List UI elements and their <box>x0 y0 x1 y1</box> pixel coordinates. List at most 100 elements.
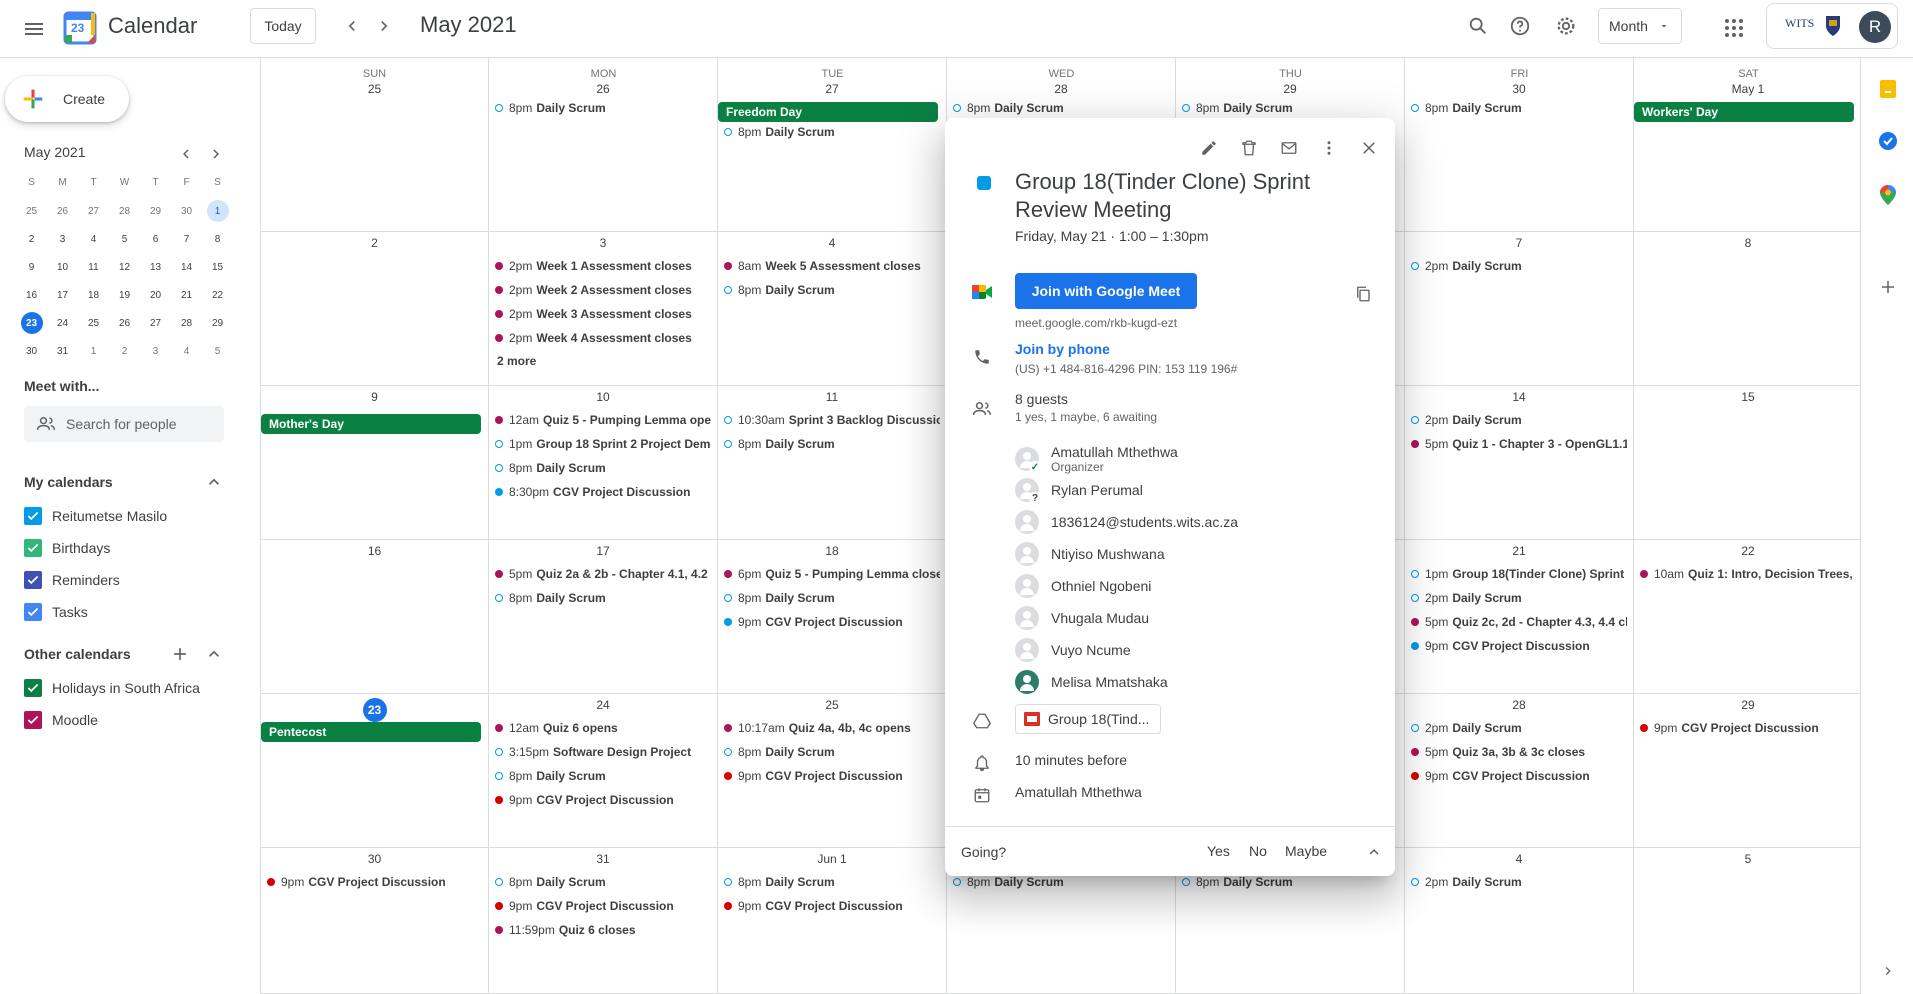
day-number[interactable]: 30 <box>1405 82 1633 96</box>
mini-day[interactable]: 26 <box>47 197 78 225</box>
view-switcher[interactable]: Month <box>1598 8 1682 44</box>
create-button[interactable]: Create <box>5 76 129 122</box>
day-cell[interactable]: 8 <box>1634 232 1863 386</box>
checkbox-checked-icon[interactable] <box>24 539 42 557</box>
day-number[interactable]: 7 <box>1405 236 1633 250</box>
day-number[interactable]: 5 <box>1634 852 1862 866</box>
mini-day[interactable]: 28 <box>109 197 140 225</box>
checkbox-checked-icon[interactable] <box>24 711 42 729</box>
copy-link-button[interactable] <box>1349 280 1377 308</box>
calendar-item[interactable]: Moodle <box>24 708 98 732</box>
day-cell[interactable]: 14 2pm Daily Scrum 5pm Quiz 1 - Chapter 3 - … <box>1405 386 1634 540</box>
main-menu-button[interactable] <box>14 9 54 49</box>
day-cell[interactable]: 27 Freedom Day 8pm Daily Scrum <box>718 58 947 232</box>
expand-panel-icon[interactable] <box>1877 960 1899 982</box>
help-button[interactable] <box>1504 10 1536 42</box>
calendar-item[interactable]: Tasks <box>24 600 88 624</box>
mini-day[interactable]: 25 <box>16 197 47 225</box>
day-number[interactable]: 2 <box>261 236 488 250</box>
edit-event-button[interactable] <box>1193 132 1225 164</box>
event-chip[interactable]: 9pm CGV Project Discussion <box>267 872 483 892</box>
mini-day[interactable]: 8 <box>202 225 233 253</box>
all-day-event[interactable]: Workers' Day <box>1634 102 1854 122</box>
day-number[interactable]: 27 <box>718 82 946 96</box>
day-cell[interactable]: 3 2pm Week 1 Assessment closes 2pm Week 2 As… <box>489 232 718 386</box>
event-chip[interactable]: 5pm Quiz 1 - Chapter 3 - OpenGL1.1 <box>1411 434 1627 454</box>
event-chip[interactable]: 5pm Quiz 3a, 3b & 3c closes <box>1411 742 1627 762</box>
mini-day[interactable]: 12 <box>109 253 140 281</box>
event-chip[interactable]: 6pm Quiz 5 - Pumping Lemma close <box>724 564 940 584</box>
event-chip[interactable]: 8pm Daily Scrum <box>495 588 711 608</box>
mini-day[interactable]: 27 <box>78 197 109 225</box>
mini-day[interactable]: 26 <box>109 309 140 337</box>
day-cell[interactable]: 7 2pm Daily Scrum <box>1405 232 1634 386</box>
event-chip[interactable]: 1pm Group 18 Sprint 2 Project Demo <box>495 434 711 454</box>
day-number[interactable]: Jun 1 <box>718 852 946 866</box>
today-button[interactable]: Today <box>250 8 316 44</box>
mini-day[interactable]: 25 <box>78 309 109 337</box>
mini-day[interactable]: 21 <box>171 281 202 309</box>
day-number[interactable]: 4 <box>718 236 946 250</box>
event-chip[interactable]: 2pm Daily Scrum <box>1411 410 1627 430</box>
mini-day[interactable]: 11 <box>78 253 109 281</box>
guest-row[interactable]: Melisa Mmatshaka <box>1015 670 1168 694</box>
mini-day[interactable]: 9 <box>16 253 47 281</box>
day-number[interactable]: 11 <box>718 390 946 404</box>
chevron-up-icon[interactable] <box>204 472 224 492</box>
event-chip[interactable]: 10:17am Quiz 4a, 4b, 4c opens <box>724 718 940 738</box>
day-number[interactable]: 29 <box>1634 698 1862 712</box>
event-chip[interactable]: 5pm Quiz 2c, 2d - Chapter 4.3, 4.4 clc <box>1411 612 1627 632</box>
day-cell[interactable]: 29 9pm CGV Project Discussion <box>1634 694 1863 848</box>
mini-day[interactable]: 22 <box>202 281 233 309</box>
mini-prev-button[interactable] <box>174 142 198 166</box>
close-popup-button[interactable] <box>1353 132 1385 164</box>
day-cell[interactable]: 25 10:17am Quiz 4a, 4b, 4c opens 8pm Daily S… <box>718 694 947 848</box>
day-number[interactable]: 9 <box>261 390 488 404</box>
day-cell[interactable]: 28 2pm Daily Scrum 5pm Quiz 3a, 3b & 3c clos… <box>1405 694 1634 848</box>
event-chip[interactable]: 8:30pm CGV Project Discussion <box>495 482 711 502</box>
day-cell[interactable]: 23 Pentecost <box>260 694 489 848</box>
chevron-up-icon[interactable] <box>1365 843 1383 861</box>
checkbox-checked-icon[interactable] <box>24 507 42 525</box>
meet-link[interactable]: meet.google.com/rkb-kugd-ezt <box>1015 316 1177 330</box>
day-cell[interactable]: 11 10:30am Sprint 3 Backlog Discussion 8pm D… <box>718 386 947 540</box>
mini-day[interactable]: 17 <box>47 281 78 309</box>
event-chip[interactable]: 10:30am Sprint 3 Backlog Discussion <box>724 410 940 430</box>
event-chip[interactable]: 2pm Week 1 Assessment closes <box>495 256 711 276</box>
rsvp-maybe-button[interactable]: Maybe <box>1285 843 1327 859</box>
event-chip[interactable]: 8pm Daily Scrum <box>495 458 711 478</box>
other-calendars-title[interactable]: Other calendars <box>24 646 131 662</box>
keep-icon[interactable] <box>1877 78 1899 100</box>
guest-row[interactable]: 1836124@students.wits.ac.za <box>1015 510 1238 534</box>
guest-row[interactable]: Ntiyiso Mushwana <box>1015 542 1165 566</box>
day-cell[interactable]: 5 <box>1634 848 1863 994</box>
account-switcher[interactable]: WITS R <box>1766 3 1898 49</box>
event-chip[interactable]: 8pm Daily Scrum <box>1411 98 1627 118</box>
mini-day[interactable]: 30 <box>16 337 47 365</box>
day-cell[interactable]: 4 8am Week 5 Assessment closes 8pm Daily Scr… <box>718 232 947 386</box>
day-cell[interactable]: 4 2pm Daily Scrum <box>1405 848 1634 994</box>
event-chip[interactable]: 9pm CGV Project Discussion <box>1411 766 1627 786</box>
mini-day[interactable]: 4 <box>78 225 109 253</box>
event-chip[interactable]: 2pm Daily Scrum <box>1411 872 1627 892</box>
day-cell[interactable]: 16 <box>260 540 489 694</box>
guest-row[interactable]: Vhugala Mudau <box>1015 606 1149 630</box>
event-chip[interactable]: 11:59pm Quiz 6 closes <box>495 920 711 940</box>
day-number[interactable]: 18 <box>718 544 946 558</box>
event-chip[interactable]: 2pm Daily Scrum <box>1411 718 1627 738</box>
guest-row[interactable]: Vuyo Ncume <box>1015 638 1131 662</box>
day-number[interactable]: May 1 <box>1634 82 1862 96</box>
day-number[interactable]: 14 <box>1405 390 1633 404</box>
mini-day[interactable]: 3 <box>140 337 171 365</box>
mini-day[interactable]: 23 <box>16 309 47 337</box>
day-cell[interactable]: 9 Mother's Day <box>260 386 489 540</box>
mini-day[interactable]: 24 <box>47 309 78 337</box>
mini-day[interactable]: 2 <box>16 225 47 253</box>
mini-day[interactable]: 4 <box>171 337 202 365</box>
event-chip[interactable]: 8pm Daily Scrum <box>724 872 940 892</box>
event-chip[interactable]: 3:15pm Software Design Project <box>495 742 711 762</box>
day-number[interactable]: 4 <box>1405 852 1633 866</box>
mini-day[interactable]: 16 <box>16 281 47 309</box>
event-chip[interactable]: 9pm CGV Project Discussion <box>724 896 940 916</box>
event-chip[interactable]: 9pm CGV Project Discussion <box>724 766 940 786</box>
